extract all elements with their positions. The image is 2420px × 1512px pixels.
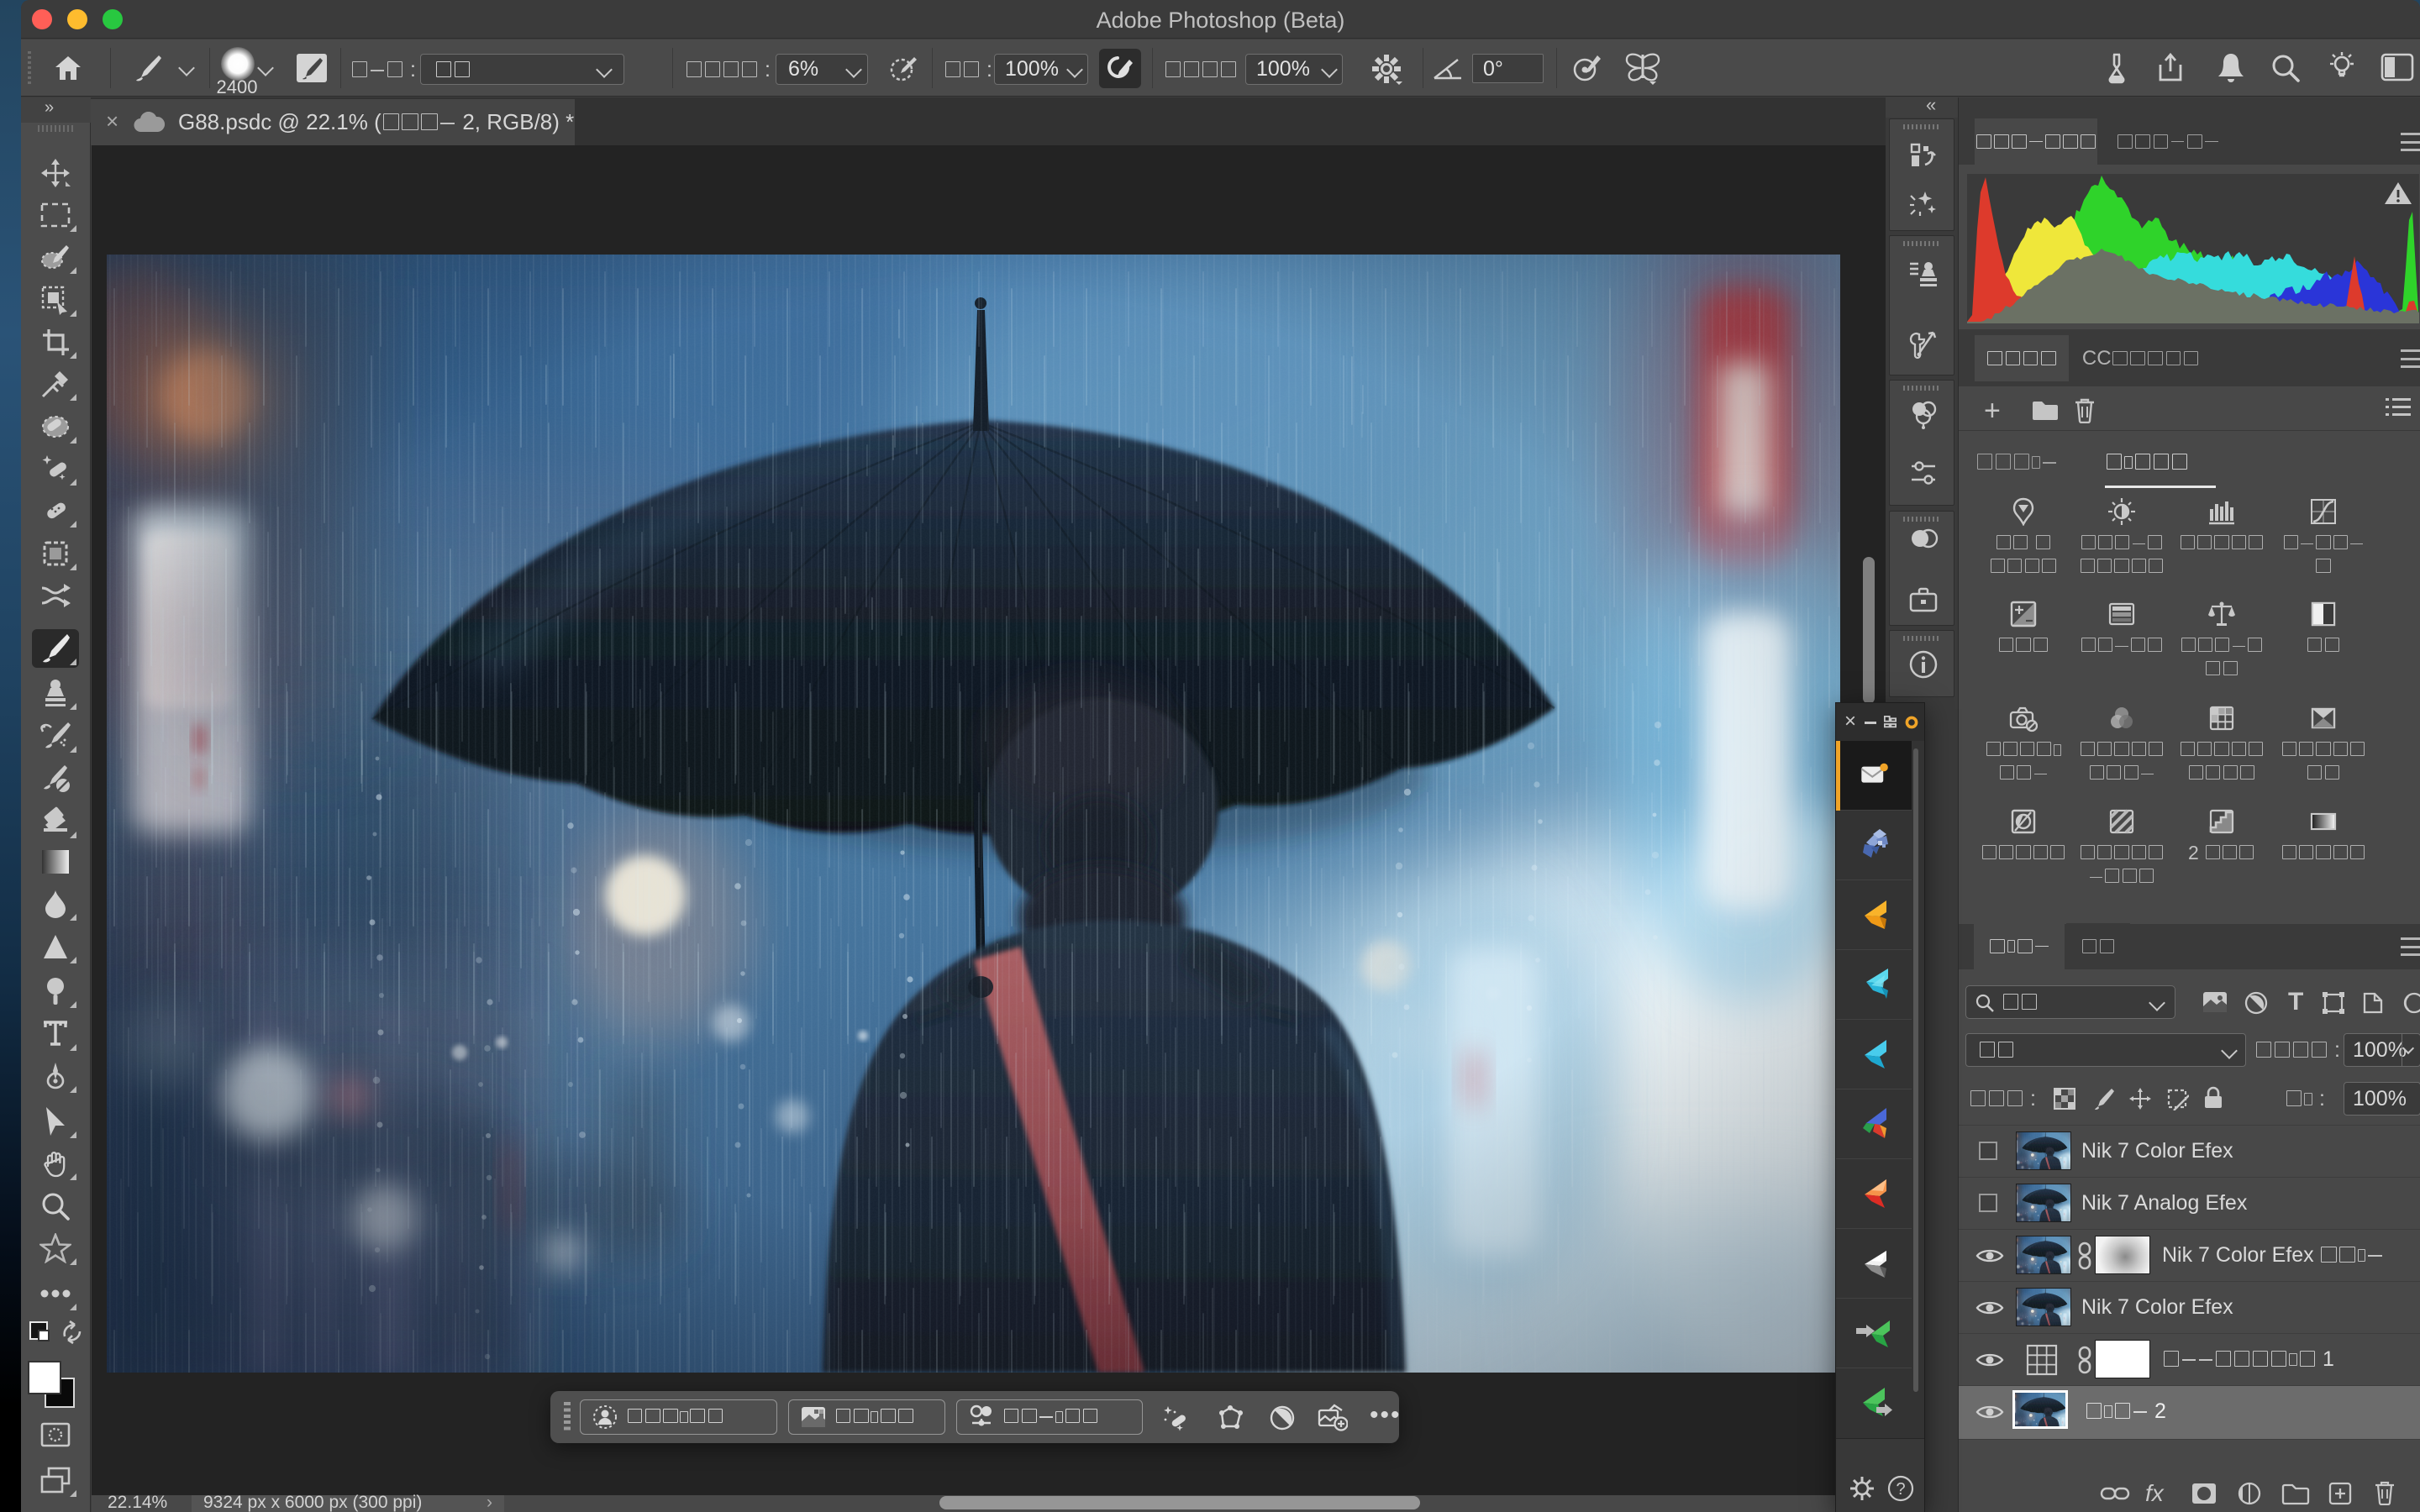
svg-text:?: ? xyxy=(1896,1480,1905,1499)
